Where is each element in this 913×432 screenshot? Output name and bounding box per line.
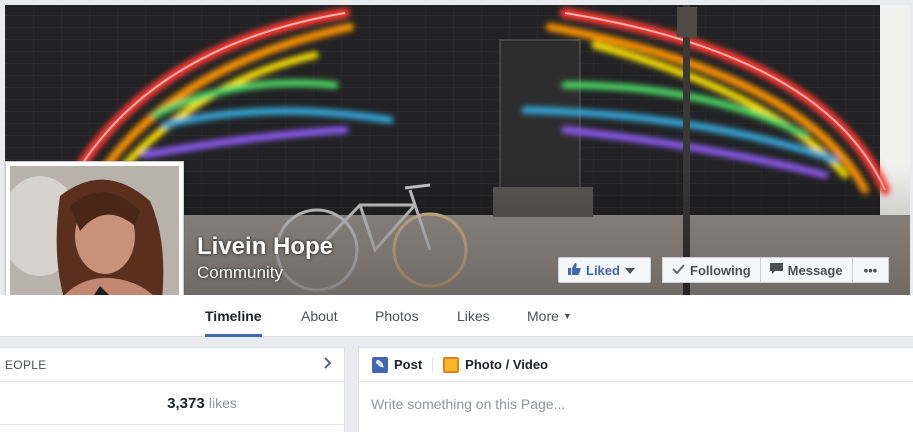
chevron-right-icon[interactable] <box>324 356 332 374</box>
card-divider <box>0 424 344 425</box>
people-card-title: EOPLE <box>5 357 47 372</box>
composer-tab-photo-label: Photo / Video <box>465 357 548 372</box>
liked-label: Liked <box>586 262 620 278</box>
composer-tab-photo-video[interactable]: Photo / Video <box>443 356 548 373</box>
tab-more[interactable]: More ▼ <box>527 295 572 337</box>
cover-actions: Liked Following Message ••• <box>558 257 890 283</box>
message-button[interactable]: Message <box>760 257 853 283</box>
more-options-button[interactable]: ••• <box>852 257 890 283</box>
checkmark-icon <box>672 263 685 277</box>
composer-input[interactable]: Write something on this Page... <box>359 382 913 426</box>
caret-down-icon <box>624 263 635 277</box>
composer-tab-separator <box>432 357 434 372</box>
page-name[interactable]: Livein Hope <box>197 233 333 261</box>
people-card-header[interactable]: EOPLE <box>0 348 344 382</box>
liked-button[interactable]: Liked <box>558 257 651 283</box>
photo-icon <box>443 356 460 373</box>
composer-tab-post[interactable]: ✎ Post <box>372 356 423 373</box>
following-label: Following <box>690 262 751 278</box>
composer-tabs: ✎ Post Photo / Video <box>359 348 913 382</box>
follow-message-group: Following Message ••• <box>662 257 890 283</box>
following-button[interactable]: Following <box>662 257 761 283</box>
page-nav: Timeline About Photos Likes More ▼ <box>0 295 913 337</box>
page-category[interactable]: Community <box>197 263 283 283</box>
tab-about[interactable]: About <box>301 295 338 337</box>
thumbs-up-icon <box>568 262 581 278</box>
composer-tab-post-label: Post <box>394 357 423 372</box>
pencil-icon: ✎ <box>372 356 388 373</box>
likes-count: 3,373 <box>167 395 205 412</box>
likes-label: likes <box>208 395 237 411</box>
tab-more-label: More <box>527 308 559 324</box>
tab-likes[interactable]: Likes <box>457 295 490 337</box>
tab-timeline[interactable]: Timeline <box>205 295 262 337</box>
post-composer: ✎ Post Photo / Video Write something on … <box>358 347 913 432</box>
people-card: EOPLE 3,373 likes <box>0 347 345 432</box>
message-icon <box>769 263 783 277</box>
message-label: Message <box>787 262 843 278</box>
likes-summary: 3,373 likes <box>60 395 344 412</box>
tab-photos[interactable]: Photos <box>375 295 419 337</box>
caret-down-icon: ▼ <box>562 311 572 321</box>
